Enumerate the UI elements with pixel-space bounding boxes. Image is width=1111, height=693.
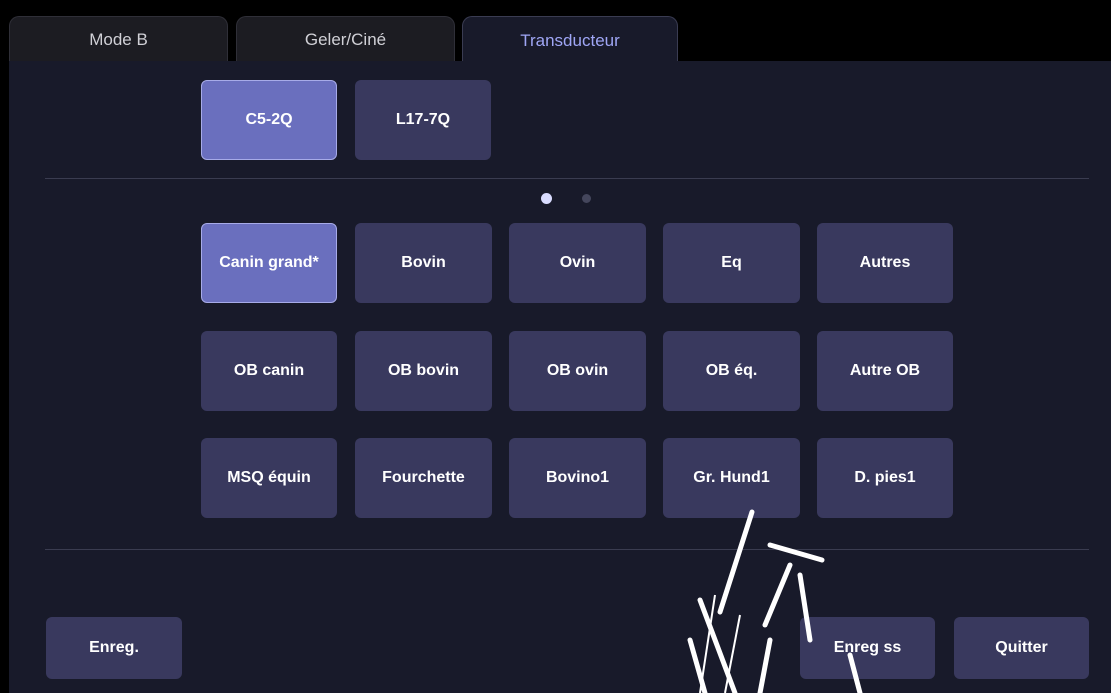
- preset-button-label: OB ovin: [546, 362, 609, 379]
- save-as-button[interactable]: Enreg ss: [800, 617, 935, 679]
- tab-freeze-cine[interactable]: Geler/Ciné: [236, 16, 455, 62]
- preset-button-ob-canin[interactable]: OB canin: [201, 331, 337, 411]
- preset-button-gr-hund1[interactable]: Gr. Hund1: [663, 438, 800, 518]
- preset-button-msq-equin[interactable]: MSQ équin: [201, 438, 337, 518]
- preset-button-d-pies1[interactable]: D. pies1: [817, 438, 953, 518]
- preset-button-label: OB éq.: [705, 362, 758, 379]
- preset-button-label: Ovin: [559, 254, 596, 271]
- preset-button-label: OB bovin: [387, 362, 460, 379]
- preset-button-ovin[interactable]: Ovin: [509, 223, 646, 303]
- preset-button-label: Autres: [859, 254, 911, 271]
- page-dot-2[interactable]: [582, 194, 591, 203]
- probe-button-c5-2q[interactable]: C5-2Q: [201, 80, 337, 160]
- preset-button-label: Canin grand*: [219, 254, 319, 271]
- tab-transducer-label: Transducteur: [520, 30, 620, 50]
- preset-button-label: Bovino1: [545, 469, 610, 486]
- tab-freeze-cine-label: Geler/Ciné: [304, 29, 387, 49]
- probe-button-label: C5-2Q: [245, 111, 293, 128]
- preset-button-canin-grand[interactable]: Canin grand*: [201, 223, 337, 303]
- preset-button-autre-ob[interactable]: Autre OB: [817, 331, 953, 411]
- preset-button-fourchette[interactable]: Fourchette: [355, 438, 492, 518]
- quit-button-label: Quitter: [995, 639, 1048, 656]
- tab-transducer[interactable]: Transducteur: [462, 16, 678, 64]
- tab-mode-b-label: Mode B: [89, 29, 148, 49]
- preset-button-ob-bovin[interactable]: OB bovin: [355, 331, 492, 411]
- preset-button-label: MSQ équin: [227, 469, 311, 486]
- preset-button-autres[interactable]: Autres: [817, 223, 953, 303]
- preset-button-label: Fourchette: [382, 469, 465, 486]
- preset-button-bovin[interactable]: Bovin: [355, 223, 492, 303]
- save-button-label: Enreg.: [89, 639, 139, 656]
- preset-button-bovino1[interactable]: Bovino1: [509, 438, 646, 518]
- preset-button-ob-eq[interactable]: OB éq.: [663, 331, 800, 411]
- transducer-screen: Mode B Geler/Ciné Transducteur C5-2Q L17…: [0, 0, 1111, 693]
- save-button[interactable]: Enreg.: [46, 617, 182, 679]
- probe-button-label: L17-7Q: [395, 111, 451, 128]
- probe-button-l17-7q[interactable]: L17-7Q: [355, 80, 491, 160]
- tab-mode-b[interactable]: Mode B: [9, 16, 228, 62]
- preset-button-label: OB canin: [233, 362, 305, 379]
- save-as-button-label: Enreg ss: [833, 639, 902, 656]
- preset-button-eq[interactable]: Eq: [663, 223, 800, 303]
- page-dot-1[interactable]: [541, 193, 552, 204]
- divider-top: [45, 178, 1089, 179]
- quit-button[interactable]: Quitter: [954, 617, 1089, 679]
- preset-button-label: Bovin: [401, 254, 446, 271]
- preset-button-label: Gr. Hund1: [693, 469, 770, 486]
- preset-button-label: D. pies1: [854, 469, 916, 486]
- preset-button-label: Autre OB: [849, 362, 921, 379]
- preset-button-label: Eq: [721, 254, 742, 271]
- divider-bottom: [45, 549, 1089, 550]
- preset-button-ob-ovin[interactable]: OB ovin: [509, 331, 646, 411]
